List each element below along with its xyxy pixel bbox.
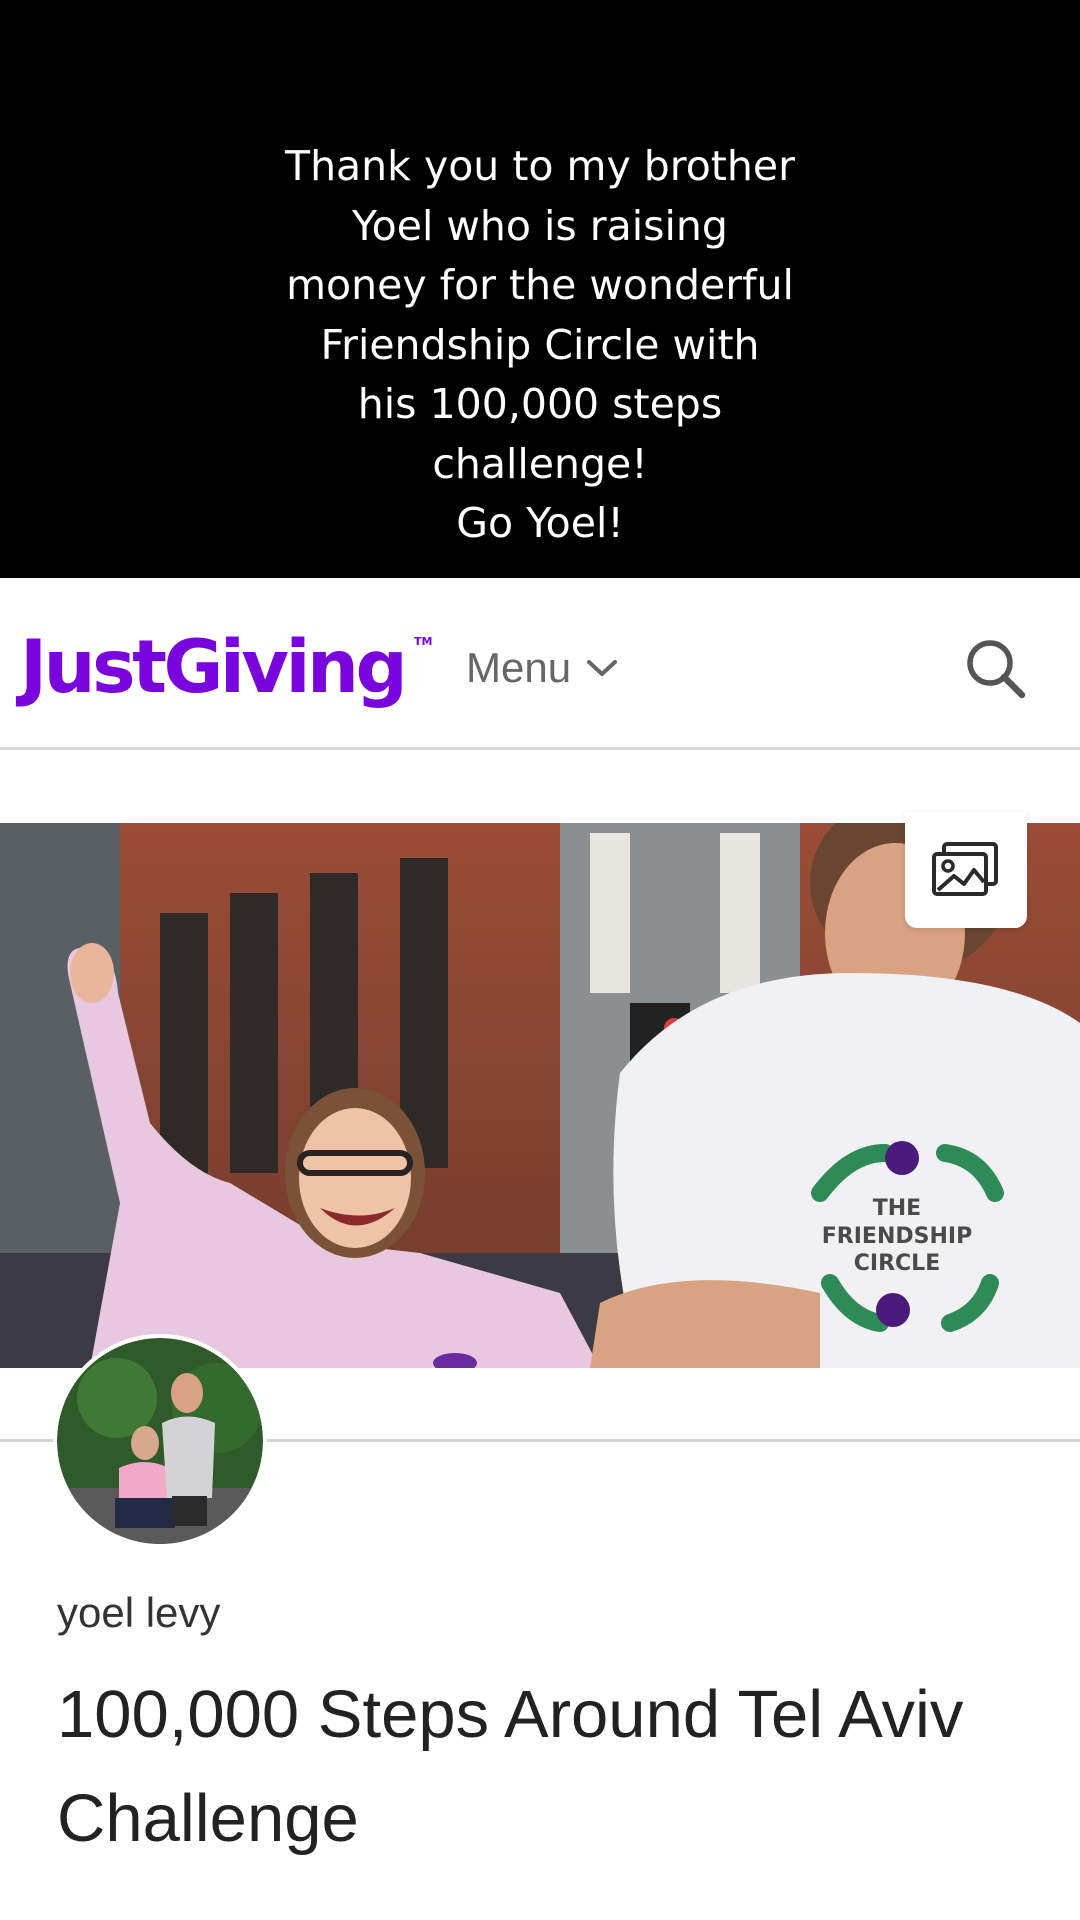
logo-trademark: TM <box>414 635 433 648</box>
fundraiser-name[interactable]: yoel levy <box>57 1589 220 1637</box>
chevron-down-icon <box>587 660 618 676</box>
menu-button[interactable]: Menu <box>466 638 619 698</box>
avatar-photo <box>57 1338 263 1544</box>
caption-line: Go Yoel! <box>456 499 624 547</box>
gallery-button[interactable] <box>905 812 1027 928</box>
shirt-logo-line: CIRCLE <box>854 1251 940 1276</box>
caption-text: Thank you to my brother Yoel who is rais… <box>0 137 1080 554</box>
image-gallery-icon <box>932 842 998 896</box>
justgiving-logo[interactable]: JustGiving <box>20 618 408 718</box>
shirt-logo-line: THE <box>873 1196 921 1221</box>
site-header: JustGiving TM Menu <box>0 578 1080 750</box>
menu-label: Menu <box>466 644 572 691</box>
caption-overlay: Thank you to my brother Yoel who is rais… <box>0 0 1080 578</box>
caption-line: challenge! <box>432 439 648 488</box>
caption-line: money for the wonderful <box>286 261 794 309</box>
caption-line: Yoel who is raising <box>352 201 728 250</box>
page-title: 100,000 Steps Around Tel Aviv Challenge <box>57 1677 964 1856</box>
search-icon[interactable] <box>962 635 1028 701</box>
shirt-logo-line: FRIENDSHIP <box>822 1224 972 1249</box>
caption-line: his 100,000 steps <box>357 380 723 428</box>
caption-line: Thank you to my brother <box>285 142 795 190</box>
caption-line: Friendship Circle with <box>320 320 760 369</box>
avatar[interactable] <box>57 1338 263 1544</box>
